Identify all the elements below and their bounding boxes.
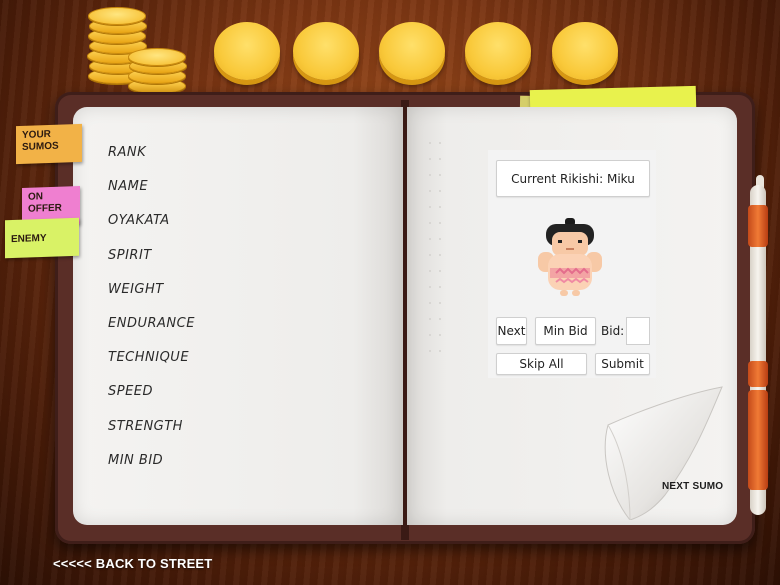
stat-label: ENDURANCE — [108, 315, 195, 331]
tab-your-sumos[interactable]: YOUR SUMOS — [16, 123, 82, 165]
current-rikishi-label: Current Rikishi: Miku — [496, 160, 650, 197]
coin-icon — [552, 22, 618, 80]
coin-stack-icon — [86, 6, 187, 96]
auction-panel: Current Rikishi: Miku Next Min Bid Bid: … — [488, 150, 656, 378]
next-sumo-link[interactable]: NEXT SUMO — [662, 481, 723, 492]
tab-label: SUMOS — [22, 140, 59, 153]
pen-icon — [744, 175, 770, 535]
next-button[interactable]: Next — [496, 317, 527, 345]
submit-button[interactable]: Submit — [595, 353, 650, 375]
coin-icon — [465, 22, 531, 80]
sumo-wrestler-avatar — [538, 218, 602, 296]
tab-enemy[interactable]: ENEMY — [5, 217, 79, 259]
stat-label: STRENGTH — [108, 418, 183, 434]
stat-label: OYAKATA — [108, 213, 170, 229]
page-dot-grid — [425, 135, 445, 365]
coin-icon — [293, 22, 359, 80]
skip-all-button[interactable]: Skip All — [496, 353, 587, 375]
bid-input[interactable] — [626, 317, 650, 345]
stat-label: NAME — [108, 179, 149, 195]
stat-label: RANK — [108, 145, 147, 160]
back-to-street-link[interactable]: <<<<< BACK TO STREET — [53, 556, 212, 571]
stat-label: SPEED — [108, 384, 154, 400]
stat-label: TECHNIQUE — [108, 350, 190, 366]
min-bid-button[interactable]: Min Bid — [535, 317, 596, 345]
stats-list: RANK NAME OYAKATA SPIRIT WEIGHT ENDURANC… — [108, 145, 195, 487]
tab-label: OFFER — [28, 202, 62, 215]
stat-label: WEIGHT — [108, 281, 164, 297]
tab-label: ENEMY — [11, 232, 47, 246]
coin-icon — [379, 22, 445, 80]
stat-label: SPIRIT — [108, 247, 152, 263]
bid-label: Bid: — [601, 324, 625, 338]
page-curl-icon[interactable] — [590, 385, 735, 520]
stat-label: MIN BID — [108, 452, 164, 468]
coin-icon — [214, 22, 280, 80]
